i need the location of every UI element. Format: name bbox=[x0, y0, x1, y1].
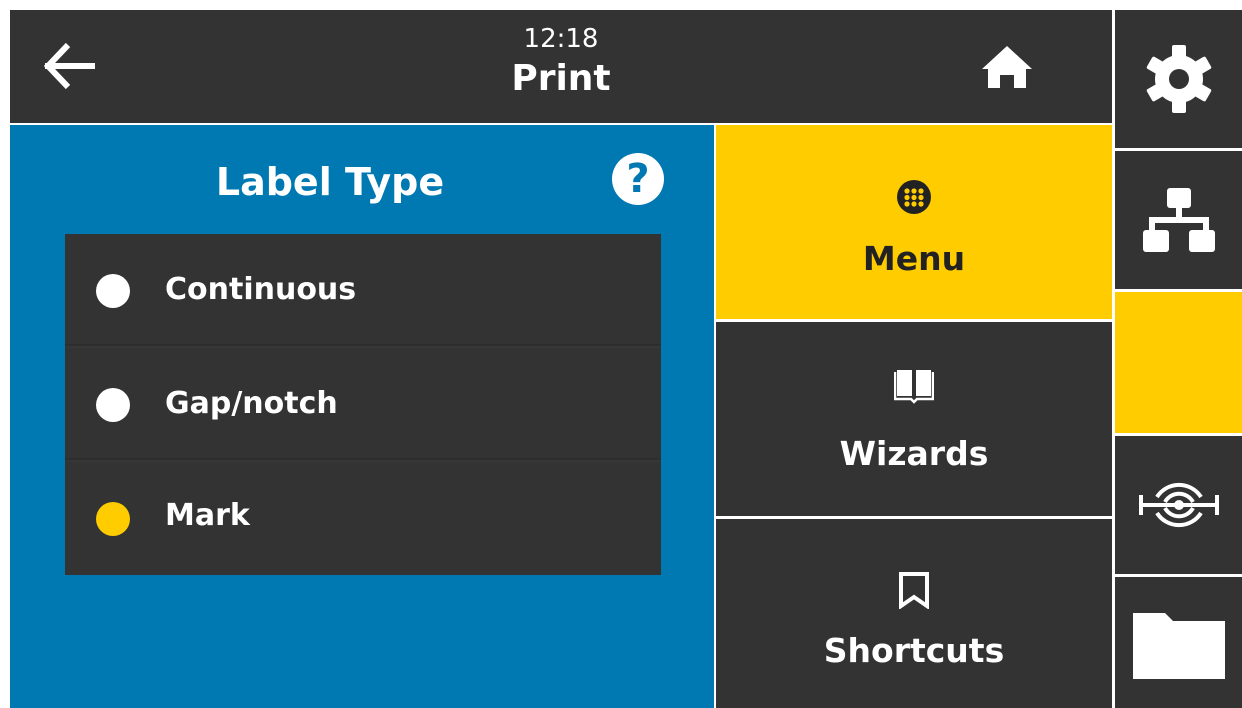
option-mark[interactable]: Mark bbox=[65, 462, 661, 575]
option-label: Continuous bbox=[165, 272, 357, 307]
radio-button-selected[interactable] bbox=[96, 502, 130, 536]
folder-icon bbox=[1132, 612, 1225, 679]
rail-network[interactable] bbox=[1115, 151, 1242, 289]
panel-title: Label Type bbox=[215, 160, 445, 204]
status-rail bbox=[1115, 10, 1242, 708]
nav-wizards-label: Wizards bbox=[839, 434, 989, 473]
nav-menu-label: Menu bbox=[862, 239, 966, 278]
header-bar: 12:18 Print bbox=[10, 10, 1112, 125]
home-button[interactable] bbox=[980, 40, 1034, 94]
header-time: 12:18 bbox=[523, 24, 599, 54]
book-icon bbox=[894, 370, 934, 404]
label-type-panel: Label Type ? Continuous Gap/notch Mark bbox=[10, 125, 714, 708]
nav-wizards[interactable]: Wizards bbox=[716, 322, 1112, 516]
rail-storage[interactable] bbox=[1115, 577, 1242, 708]
page-title: Print bbox=[511, 58, 611, 99]
nav-column: Menu Wizards Shortcuts bbox=[716, 125, 1112, 708]
label-type-options: Continuous Gap/notch Mark bbox=[65, 234, 661, 575]
nav-menu[interactable]: Menu bbox=[716, 125, 1112, 319]
option-label: Gap/notch bbox=[165, 386, 338, 421]
radio-button[interactable] bbox=[96, 274, 130, 308]
gear-icon bbox=[1146, 45, 1211, 113]
radio-button[interactable] bbox=[96, 388, 130, 422]
menu-grid-icon bbox=[897, 180, 931, 214]
help-icon[interactable]: ? bbox=[612, 153, 664, 205]
printer-screen: 12:18 Print Label Type ? Continuous Gap/… bbox=[10, 10, 1242, 708]
home-icon bbox=[982, 46, 1032, 88]
rfid-icon bbox=[1138, 482, 1219, 528]
option-gap-notch[interactable]: Gap/notch bbox=[65, 348, 661, 458]
option-continuous[interactable]: Continuous bbox=[65, 234, 661, 344]
bookmark-icon bbox=[899, 572, 929, 609]
nav-shortcuts[interactable]: Shortcuts bbox=[716, 519, 1112, 708]
nav-shortcuts-label: Shortcuts bbox=[823, 631, 1005, 670]
rail-settings[interactable] bbox=[1115, 10, 1242, 148]
option-label: Mark bbox=[165, 498, 250, 533]
rail-rfid[interactable] bbox=[1115, 436, 1242, 574]
rail-status-highlight[interactable] bbox=[1115, 292, 1242, 433]
network-icon bbox=[1142, 188, 1215, 252]
